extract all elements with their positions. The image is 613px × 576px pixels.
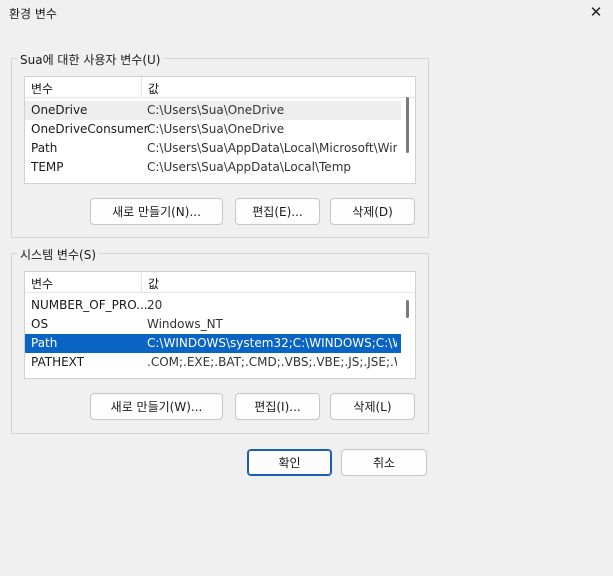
list-header: 변수 값 — [25, 77, 415, 98]
variable-value: C:\Users\Sua\AppData\Local\Temp — [147, 160, 351, 174]
table-row[interactable]: OneDriveConsumer C:\Users\Sua\OneDrive — [25, 120, 401, 139]
variable-name: OS — [31, 317, 49, 331]
column-divider — [141, 272, 142, 292]
column-divider — [141, 77, 142, 97]
dialog-title: 환경 변수 — [9, 7, 57, 21]
table-row[interactable]: OneDrive C:\Users\Sua\OneDrive — [25, 101, 401, 120]
system-delete-button[interactable]: 삭제(L) — [330, 393, 415, 420]
system-edit-button[interactable]: 편집(I)... — [235, 393, 320, 420]
table-row-selected[interactable]: Path C:\WINDOWS\system32;C:\WINDOWS;C:\W… — [25, 334, 401, 353]
variable-value: Windows_NT — [147, 317, 223, 331]
system-new-button[interactable]: 새로 만들기(W)... — [90, 393, 223, 420]
variable-value: C:\Users\Sua\AppData\Local\Microsoft\Win… — [147, 141, 397, 155]
close-icon[interactable]: ✕ — [585, 1, 607, 23]
variable-value: .COM;.EXE;.BAT;.CMD;.VBS;.VBE;.JS;.JSE;.… — [147, 355, 397, 369]
variable-name: Path — [31, 141, 58, 155]
table-row[interactable]: Path C:\Users\Sua\AppData\Local\Microsof… — [25, 139, 401, 158]
vertical-scrollbar[interactable] — [401, 292, 415, 378]
variable-name: OneDrive — [31, 103, 88, 117]
user-variables-label: Sua에 대한 사용자 변수(U) — [17, 51, 164, 68]
ok-button[interactable]: 확인 — [247, 449, 332, 476]
variable-name: OneDriveConsumer — [31, 122, 149, 136]
variable-name: PATHEXT — [31, 355, 85, 369]
variable-value: C:\WINDOWS\system32;C:\WINDOWS;C:\WINDOW… — [147, 336, 397, 350]
variable-name: NUMBER_OF_PRO... — [31, 298, 148, 312]
user-delete-button[interactable]: 삭제(D) — [330, 198, 415, 225]
variable-name: Path — [31, 336, 58, 350]
system-variables-list[interactable]: 변수 값 NUMBER_OF_PRO... 20 OS Windows_NT P… — [24, 271, 416, 379]
scrollbar-thumb[interactable] — [406, 300, 409, 318]
user-new-button[interactable]: 새로 만들기(N)... — [90, 198, 223, 225]
table-row[interactable]: PATHEXT .COM;.EXE;.BAT;.CMD;.VBS;.VBE;.J… — [25, 353, 401, 372]
system-variables-label: 시스템 변수(S) — [17, 246, 99, 263]
variable-value: 20 — [147, 298, 163, 312]
column-header-name[interactable]: 변수 — [31, 80, 53, 97]
user-edit-button[interactable]: 편집(E)... — [235, 198, 320, 225]
user-variables-list[interactable]: 변수 값 OneDrive C:\Users\Sua\OneDrive OneD… — [24, 76, 416, 184]
table-row[interactable]: OS Windows_NT — [25, 315, 401, 334]
list-header: 변수 값 — [25, 272, 415, 293]
column-header-name[interactable]: 변수 — [31, 275, 53, 292]
table-row[interactable]: TEMP C:\Users\Sua\AppData\Local\Temp — [25, 158, 401, 177]
scrollbar-thumb[interactable] — [406, 97, 409, 153]
variable-name: TEMP — [31, 160, 64, 174]
table-row[interactable]: NUMBER_OF_PRO... 20 — [25, 296, 401, 315]
cancel-button[interactable]: 취소 — [341, 449, 427, 476]
variable-value: C:\Users\Sua\OneDrive — [147, 103, 285, 117]
column-header-value[interactable]: 값 — [148, 80, 159, 97]
column-header-value[interactable]: 값 — [148, 275, 159, 292]
vertical-scrollbar[interactable] — [401, 97, 415, 183]
variable-value: C:\Users\Sua\OneDrive — [147, 122, 285, 136]
